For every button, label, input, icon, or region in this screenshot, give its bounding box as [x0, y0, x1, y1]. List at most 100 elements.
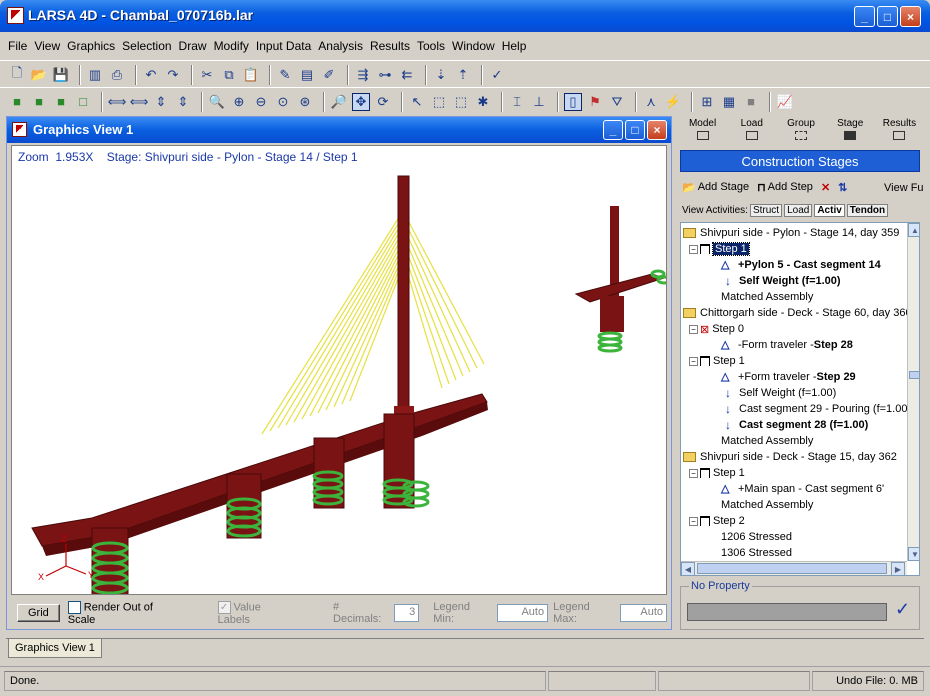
- tree-item-row[interactable]: 1206 Stressed: [721, 529, 792, 545]
- new-file-icon[interactable]: 🗋: [8, 65, 26, 84]
- zoom-in-icon[interactable]: ⊕: [230, 93, 248, 111]
- outdent-icon[interactable]: ⇇: [398, 66, 416, 84]
- delete-icon[interactable]: ✕: [821, 181, 830, 194]
- decimals-input[interactable]: 3: [393, 604, 420, 622]
- close-button[interactable]: ×: [900, 6, 921, 27]
- pencil-icon[interactable]: ✐: [320, 66, 338, 84]
- flag-icon[interactable]: ⚑: [586, 93, 604, 111]
- collapse-icon[interactable]: −: [689, 324, 698, 334]
- collapse-icon[interactable]: −: [689, 516, 698, 526]
- tree-item-row[interactable]: Matched Assembly: [721, 433, 813, 449]
- graphics-canvas[interactable]: Z Y X Zoom 1.953X Stage: Shivpuri side -…: [11, 145, 667, 595]
- tree-load-row[interactable]: ↓ Self Weight (f=1.00): [725, 273, 841, 289]
- select-window-icon[interactable]: ⬚: [452, 93, 470, 111]
- tree-load-row[interactable]: ↓ Self Weight (f=1.00): [725, 385, 836, 401]
- tree-activity-row[interactable]: △ +Main span - Cast segment 6': [721, 481, 884, 497]
- rotate-horizontal-reverse-icon[interactable]: ⟺: [130, 93, 149, 111]
- solid-square-icon[interactable]: ■: [742, 93, 760, 111]
- spreadsheet-icon[interactable]: ▤: [298, 66, 316, 84]
- redo-icon[interactable]: ↷: [164, 66, 182, 84]
- tree-activity-row[interactable]: △ -Form traveler - Step 28: [721, 337, 853, 353]
- value-labels-checkbox[interactable]: ✓: [217, 600, 231, 614]
- cube-solid-icon[interactable]: ■: [8, 93, 26, 111]
- minimize-button[interactable]: _: [854, 6, 875, 27]
- tree-stage-row[interactable]: Chittorgarh side - Deck - Stage 60, day …: [683, 305, 912, 321]
- frame-icon[interactable]: ⌶: [508, 93, 526, 111]
- tree-activity-row[interactable]: △ +Pylon 5 - Cast segment 14: [721, 257, 881, 273]
- vertical-scroll-thumb[interactable]: [909, 371, 919, 379]
- library-icon[interactable]: ▥: [86, 66, 104, 84]
- tree-stage-row[interactable]: Shivpuri side - Pylon - Stage 14, day 35…: [683, 225, 899, 241]
- grid-button[interactable]: Grid: [17, 604, 60, 622]
- cube-front-icon[interactable]: ■: [30, 93, 48, 111]
- menu-tools[interactable]: Tools: [417, 39, 445, 53]
- tree-activity-row[interactable]: △ +Form traveler - Step 29: [721, 369, 856, 385]
- menu-file[interactable]: File: [8, 39, 27, 53]
- tree-item-row[interactable]: Matched Assembly: [721, 289, 813, 305]
- tree-vertical-scrollbar[interactable]: ▲ ▼: [907, 223, 919, 561]
- collapse-icon[interactable]: −: [689, 468, 698, 478]
- orbit-icon[interactable]: ⟳: [374, 93, 392, 111]
- sort-icon[interactable]: ⇅: [838, 181, 847, 194]
- tree-step-row[interactable]: − Step 1: [689, 353, 745, 369]
- tab-model[interactable]: Model: [678, 116, 727, 146]
- cut-icon[interactable]: ✂: [198, 66, 216, 84]
- larsa-app-icon[interactable]: [7, 7, 24, 24]
- checkmark-icon[interactable]: ✓: [488, 66, 506, 84]
- view-tendon-button[interactable]: Tendon: [846, 203, 889, 217]
- tab-load[interactable]: Load: [727, 116, 776, 146]
- menu-draw[interactable]: Draw: [179, 39, 207, 53]
- tab-stage[interactable]: Stage: [826, 116, 875, 146]
- save-icon[interactable]: 💾: [52, 66, 70, 84]
- rotate-vertical-icon[interactable]: ⇕: [152, 93, 170, 111]
- zoom-extents-icon[interactable]: ⊙: [274, 93, 292, 111]
- tree-item-row[interactable]: Matched Assembly: [721, 497, 813, 513]
- zoom-out-icon[interactable]: ⊖: [252, 93, 270, 111]
- rotate-horizontal-icon[interactable]: ⟺: [108, 93, 127, 111]
- open-folder-icon[interactable]: 📂: [30, 66, 48, 84]
- tree-item-row[interactable]: 1306 Stressed: [721, 545, 792, 561]
- section-icon[interactable]: ⚡: [664, 93, 682, 111]
- tree-horizontal-scrollbar[interactable]: ◀ ▶: [681, 561, 907, 575]
- legend-max-input[interactable]: Auto: [619, 604, 667, 622]
- value-labels-toggle[interactable]: ✓ Value Labels: [217, 600, 296, 626]
- view-struct-button[interactable]: Struct: [749, 203, 783, 217]
- view-load-button[interactable]: Load: [784, 203, 813, 217]
- graphics-view-icon[interactable]: [12, 122, 27, 137]
- add-stage-button[interactable]: Add Stage: [698, 181, 749, 193]
- scroll-up-icon[interactable]: ▲: [908, 223, 919, 237]
- tree-step-row[interactable]: − Step 1: [689, 241, 750, 257]
- horizontal-scroll-thumb[interactable]: [697, 563, 887, 574]
- menu-modify[interactable]: Modify: [214, 39, 249, 53]
- sort-descending-icon[interactable]: ⇡: [454, 66, 472, 84]
- support-icon[interactable]: ⛛: [608, 93, 626, 111]
- graphics-maximize-button[interactable]: □: [625, 120, 645, 140]
- menu-graphics[interactable]: Graphics: [67, 39, 115, 53]
- cube-side-icon[interactable]: ■: [52, 93, 70, 111]
- scroll-down-icon[interactable]: ▼: [908, 547, 919, 561]
- zoom-icon[interactable]: 🔍: [208, 93, 226, 111]
- add-step-button[interactable]: Add Step: [768, 181, 813, 193]
- menu-results[interactable]: Results: [370, 39, 410, 53]
- view-activ-button[interactable]: Activ: [814, 203, 845, 217]
- tendon-icon[interactable]: ⋏: [642, 93, 660, 111]
- edit-form-icon[interactable]: ✎: [276, 66, 294, 84]
- pan-icon[interactable]: ✥: [352, 92, 370, 111]
- tree-stage-row[interactable]: Shivpuri side - Deck - Stage 15, day 362: [683, 449, 897, 465]
- apply-check-icon[interactable]: ✓: [895, 599, 910, 620]
- tree-step-row[interactable]: − Step 1: [689, 465, 745, 481]
- hierarchy-icon[interactable]: ⊶: [376, 66, 394, 84]
- tab-group[interactable]: Group: [776, 116, 825, 146]
- menu-selection[interactable]: Selection: [122, 39, 171, 53]
- stage-tree[interactable]: Shivpuri side - Pylon - Stage 14, day 35…: [680, 222, 920, 576]
- maximize-button[interactable]: □: [877, 6, 898, 27]
- grid-large-icon[interactable]: ▦: [720, 93, 738, 111]
- print-icon[interactable]: ⎙: [108, 66, 126, 84]
- render-out-of-scale-checkbox[interactable]: [67, 600, 81, 614]
- render-out-of-scale-toggle[interactable]: Render Out of Scale: [67, 600, 182, 626]
- select-joints-icon[interactable]: ✱: [474, 93, 492, 111]
- collapse-icon[interactable]: −: [689, 356, 698, 366]
- axis-icon[interactable]: ⊥: [530, 93, 548, 111]
- zoom-previous-icon[interactable]: 🔎: [330, 93, 348, 111]
- view-full-model-button[interactable]: View Fu Model: [884, 182, 924, 195]
